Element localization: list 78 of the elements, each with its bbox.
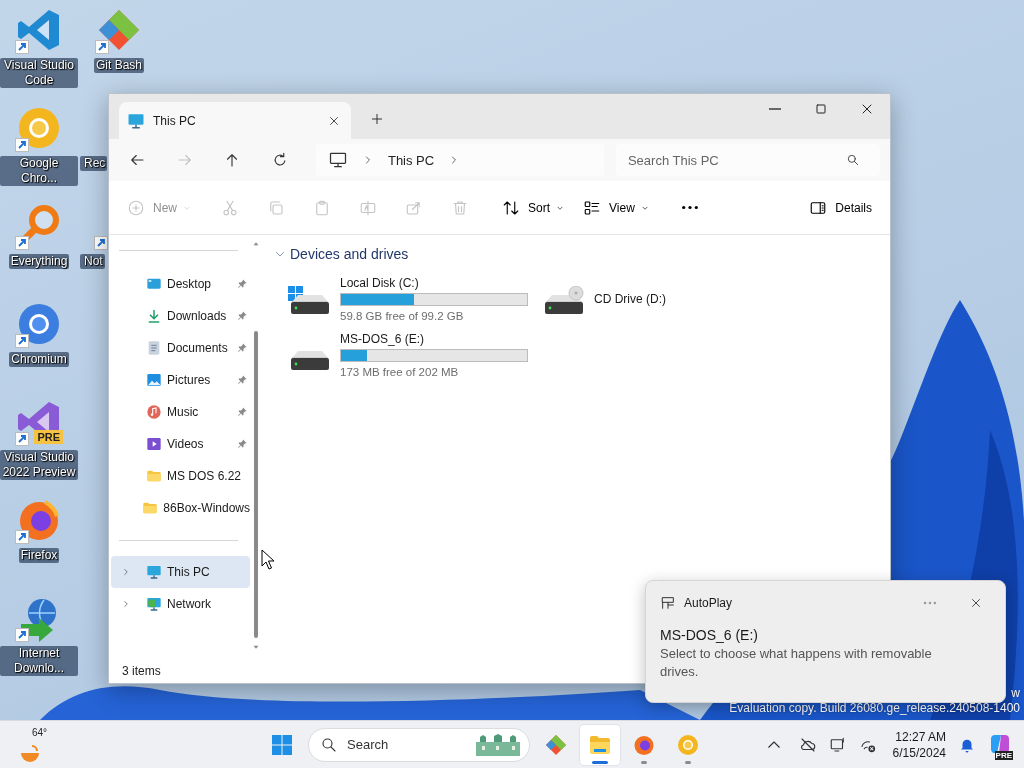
windows-logo-icon [270,732,294,757]
nav-item[interactable]: MS DOS 6.22 [111,460,250,492]
desktop-icon-label[interactable]: Git Bash [94,58,144,73]
mouse-pointer-icon [261,549,275,570]
download-arrow-icon [146,308,162,324]
desktop-icon [146,276,162,292]
desktop-watermark-text: w [1010,686,1020,701]
search-icon [846,153,860,167]
music-note-icon [146,404,162,420]
drive-tile[interactable]: Local Disk (C:) 59.8 GB free of 99.2 GB [286,274,540,324]
more-icon [923,601,937,605]
app-tile-icon [660,595,676,611]
clock-date[interactable]: 6/15/2024 [892,744,946,761]
nav-item[interactable]: Network [111,588,250,620]
desktop-icon-label[interactable]: Chromium [9,352,69,367]
icon-badge: PRE [34,430,63,444]
free-space-text: 59.8 GB free of 99.2 GB [340,308,465,324]
icon-badge: PRE [994,750,1013,760]
desktop-icon-label[interactable]: Internet Downlo... [0,646,78,676]
search-highlight-drawing [474,733,522,756]
clock-time[interactable]: 12:27 AM [892,728,946,745]
nav-item[interactable]: Documents [111,332,250,364]
nav-item[interactable]: This PC [111,556,250,588]
computer-icon [146,564,162,580]
nav-item[interactable]: Music [111,396,250,428]
folder-icon [142,500,159,516]
weather-widget[interactable]: 64° [18,724,58,765]
breadcrumb-item[interactable]: This PC [387,152,435,168]
details-button[interactable]: Details [803,190,878,225]
item-count: 3 items [122,663,161,678]
notification-text: Select to choose what happens with removable drives. [660,645,933,681]
nav-item[interactable]: Videos [111,428,250,460]
desktop-icon-label[interactable]: Not [80,254,105,269]
chevron-right-icon[interactable] [121,599,131,609]
nav-item[interactable]: Desktop [111,268,250,300]
desktop-icon-label[interactable]: Visual Studio Code [0,58,78,88]
drive-name: CD Drive (D:) [594,291,667,307]
notification-app-name: AutoPlay [684,596,734,610]
desktop-icon-label[interactable]: Everything [8,254,70,269]
section-header[interactable]: Devices and drives [274,244,890,264]
folder-icon [146,468,162,484]
desktop-icon-label[interactable]: Visual Studio 2022 Preview [0,450,78,480]
nav-item[interactable]: Pictures [111,364,250,396]
tab[interactable]: This PC [119,102,351,139]
desktop-icon-label[interactable]: Rec [80,156,108,171]
computer-icon [127,111,145,130]
copilot-button[interactable]: PRE [982,726,1016,763]
plus-icon [369,111,385,127]
view-button[interactable]: View [577,190,656,225]
notification-title: MS-DOS_6 (E:) [660,627,759,643]
sort-button[interactable]: Sort [496,190,572,225]
browser-icon [676,732,700,757]
chevron-right-icon[interactable] [121,567,131,577]
network-icon [146,596,162,612]
drive-tile[interactable]: MS-DOS_6 (E:) 173 MB free of 202 MB [286,330,540,380]
display-icon [828,735,847,754]
nav-item[interactable]: Downloads [111,300,250,332]
desktop-icon-label[interactable]: Google Chro... [0,156,78,186]
nav-item[interactable]: 86Box-Windows [111,492,250,524]
diamond-icon [544,732,568,757]
free-space-text: 173 MB free of 202 MB [340,364,460,380]
scrollbar-thumb[interactable] [254,331,258,638]
taskbar-button[interactable] [580,724,620,765]
desktop-watermark-text: Evaluation copy. Build 26080.ge_release.240508-1400 [729,701,1020,716]
video-icon [146,436,162,452]
maximize-icon [813,101,829,117]
minimize-icon [769,108,781,110]
address-bar[interactable]: This PC [315,144,604,176]
drive-name: MS-DOS_6 (E:) [340,330,425,347]
search-field[interactable]: Search This PC [615,144,880,176]
drive-tile[interactable]: CD Drive (D:) [540,274,794,324]
close-icon [969,596,983,610]
computer-icon [327,150,348,170]
picture-icon [146,372,162,388]
drive-name: Local Disk (C:) [340,274,420,291]
search-icon [320,735,338,754]
document-icon [146,340,162,356]
desktop-icon-label[interactable]: Firefox [18,548,60,563]
